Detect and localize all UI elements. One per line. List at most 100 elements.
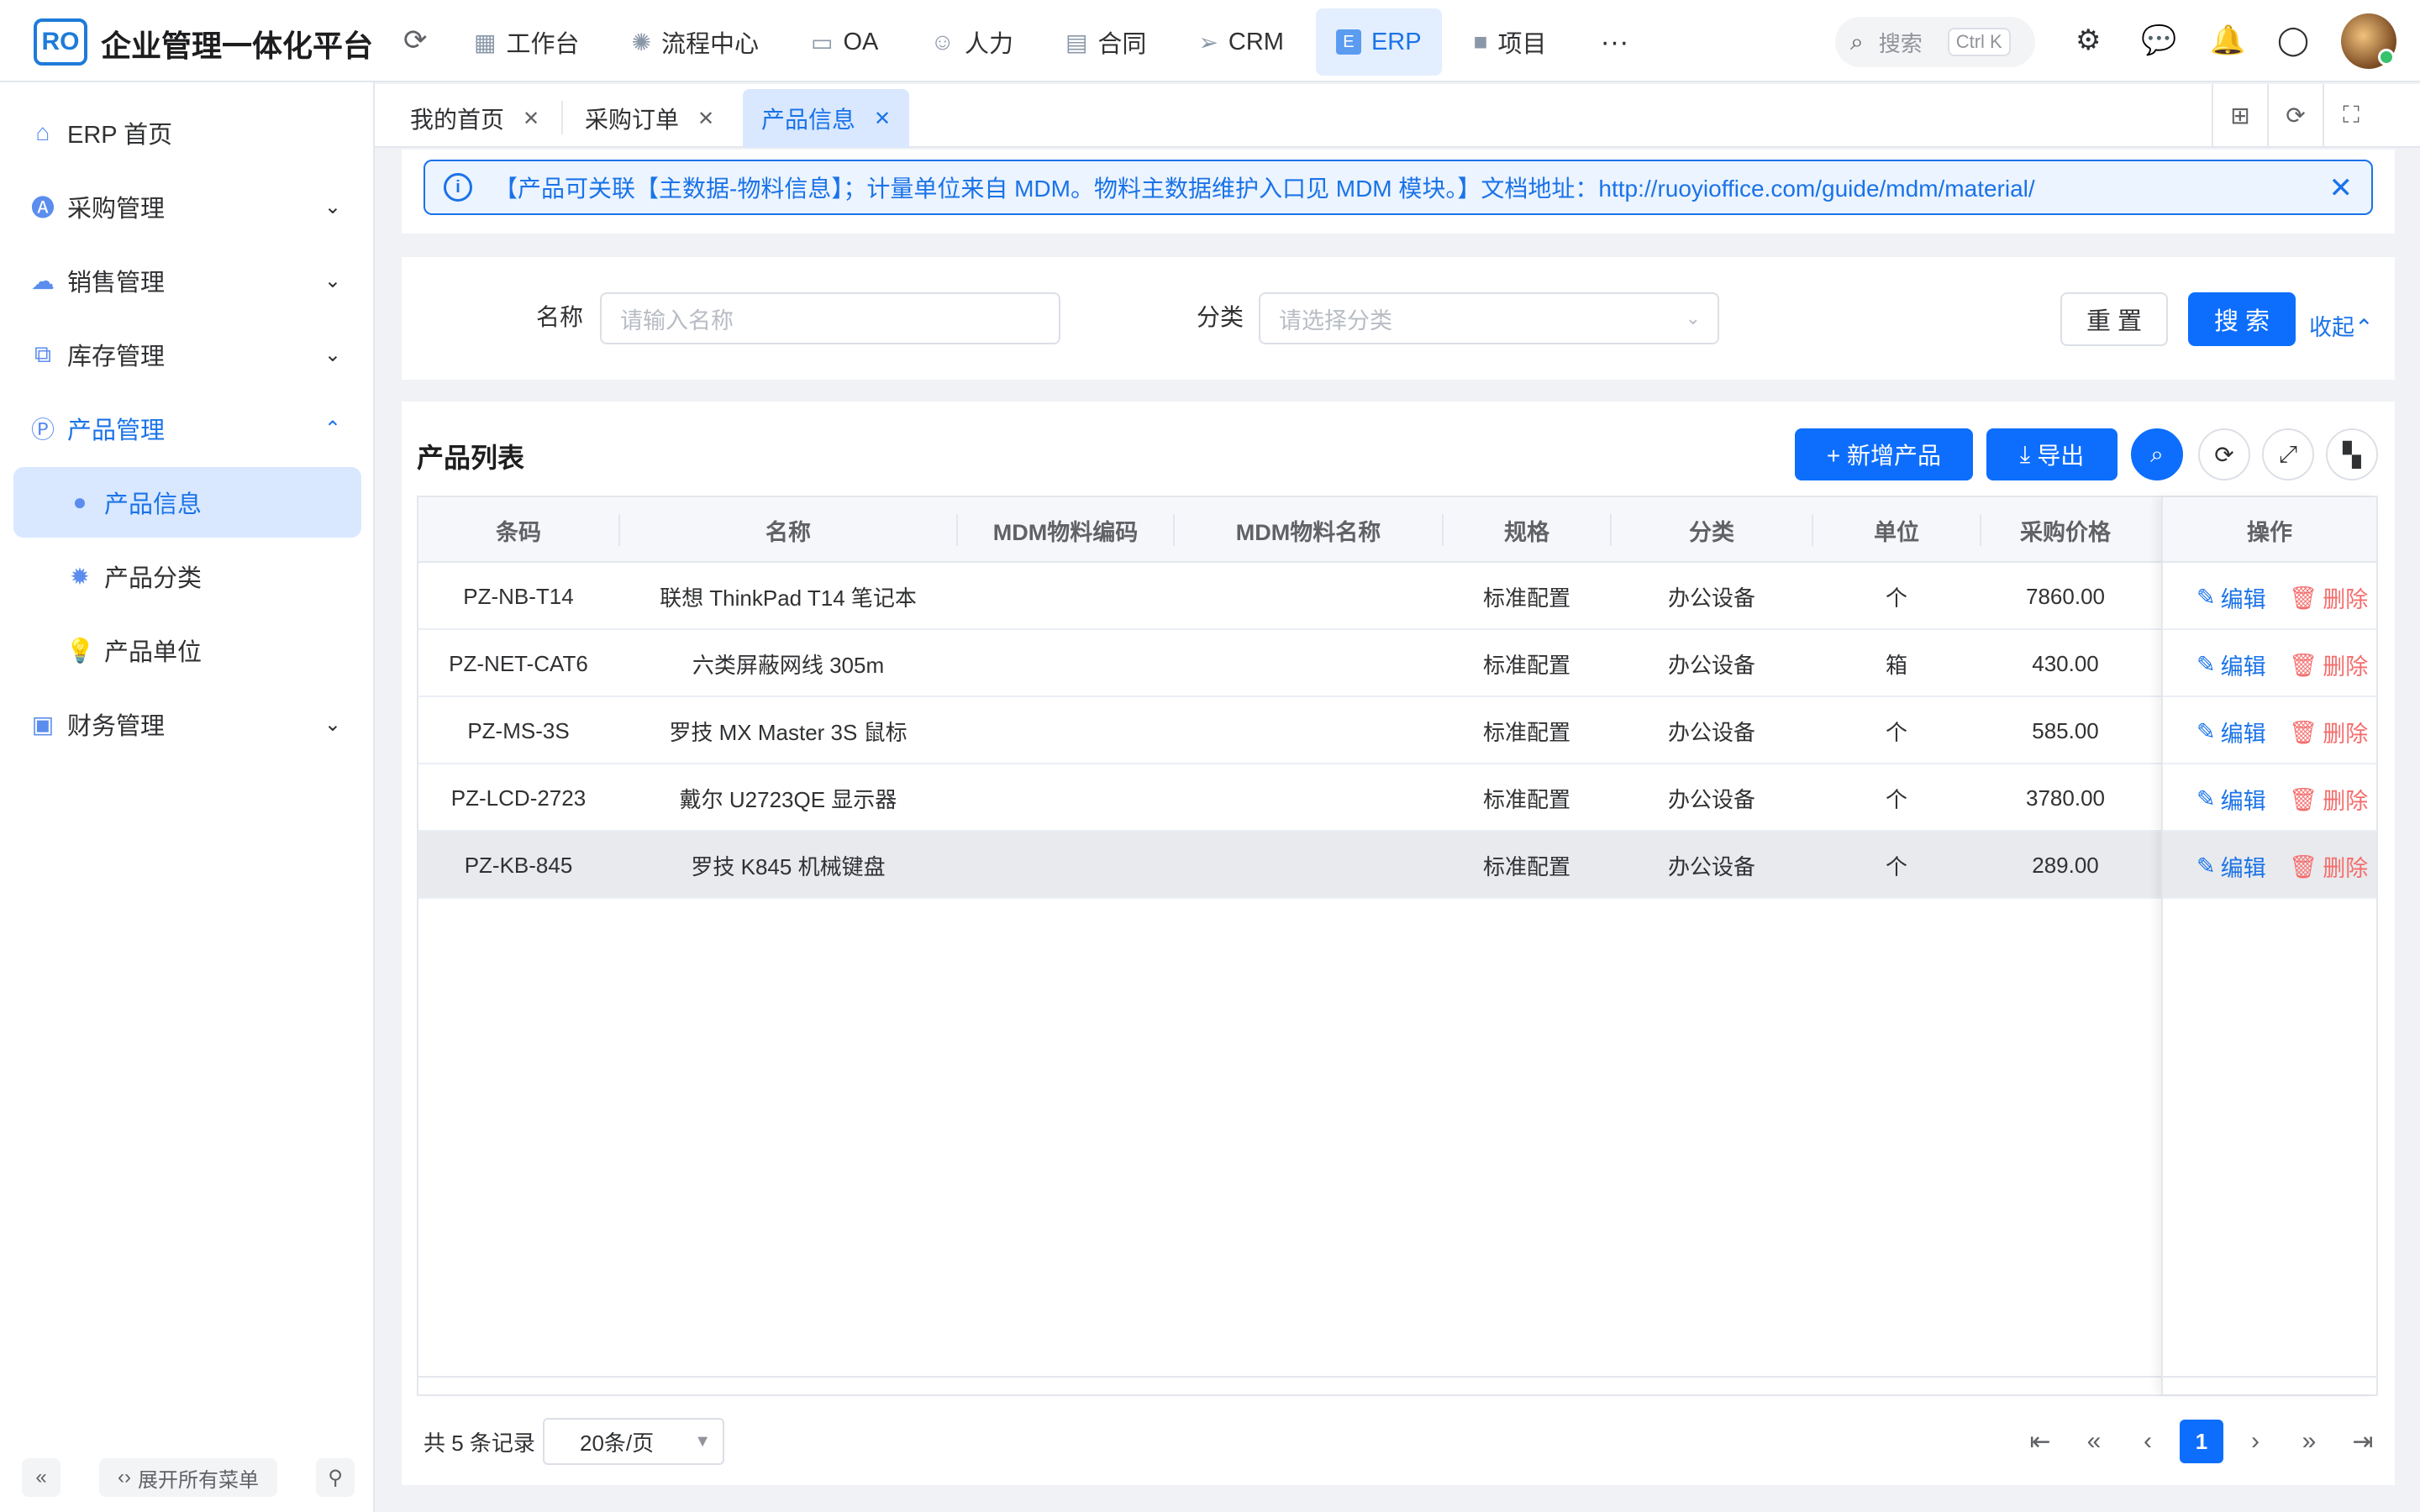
edit-button[interactable]: ✎ 编辑: [2196, 648, 2266, 681]
sidebar-item-product-info[interactable]: ● 产品信息: [13, 467, 361, 538]
search-toggle-icon[interactable]: ⌕: [2131, 428, 2183, 480]
edit-button[interactable]: ✎ 编辑: [2196, 850, 2266, 883]
nav-item-workbench[interactable]: ▦ 工作台: [454, 8, 599, 76]
sidebar-item-label: 产品分类: [104, 565, 203, 592]
nav-item-erp[interactable]: E ERP: [1315, 8, 1442, 76]
refresh-icon[interactable]: ⟳: [2198, 428, 2250, 480]
close-icon[interactable]: ✕: [2329, 171, 2354, 205]
page-size-select[interactable]: 20条/页 ▼: [543, 1418, 724, 1465]
columns-icon[interactable]: ▚: [2326, 428, 2378, 480]
alert-text: 【产品可关联【主数据-物料信息】；计量单位来自 MDM。物料主数据维护入口见 M…: [494, 176, 2035, 202]
pin-icon[interactable]: ⚲: [316, 1458, 355, 1497]
name-input[interactable]: 请输入名称: [600, 292, 1060, 344]
refresh-icon[interactable]: ⟳: [403, 24, 428, 57]
download-icon: ⤓: [2019, 440, 2031, 467]
tab-product-info[interactable]: 产品信息 ✕: [743, 89, 910, 148]
nav-item-contract[interactable]: ▤ 合同: [1045, 8, 1166, 76]
next-jump-icon[interactable]: »: [2287, 1420, 2331, 1463]
collapse-sidebar-icon[interactable]: «: [22, 1458, 60, 1497]
column-header: 名称: [765, 519, 811, 545]
table-row[interactable]: PZ-KB-845 罗技 K845 机械键盘 标准配置 办公设备 个 289.00: [418, 832, 2376, 899]
edit-button[interactable]: ✎ 编辑: [2196, 581, 2266, 614]
app-logo[interactable]: RO: [34, 18, 87, 66]
cell-price: 3780.00: [2026, 785, 2105, 811]
table-row[interactable]: PZ-NB-T14 联想 ThinkPad T14 笔记本 标准配置 办公设备 个 786…: [418, 563, 2376, 630]
logo-text: RO: [41, 28, 80, 55]
export-label: 导出: [2037, 443, 2085, 469]
name-placeholder: 请输入名称: [620, 307, 734, 333]
nav-item-oa[interactable]: ▭ OA: [791, 8, 898, 76]
sidebar-item-product-unit[interactable]: 💡 产品单位: [13, 615, 361, 685]
close-icon[interactable]: ✕: [523, 107, 539, 131]
global-search[interactable]: ⌕ 搜索 Ctrl K: [1835, 17, 2035, 67]
prev-jump-icon[interactable]: «: [2072, 1420, 2116, 1463]
edit-button[interactable]: ✎ 编辑: [2196, 783, 2266, 816]
sidebar-item-erp-home[interactable]: ⌂ ERP 首页: [13, 97, 361, 168]
table-row[interactable]: PZ-NET-CAT6 六类屏蔽网线 305m 标准配置 办公设备 箱 430.00: [418, 630, 2376, 697]
cell-mdm-code: [958, 832, 1173, 899]
tab-my-home[interactable]: 我的首页 ✕: [392, 89, 558, 148]
tab-grid-icon[interactable]: ⊞: [2212, 84, 2267, 146]
sidebar-item-sales[interactable]: ☁ 销售管理 ⌄: [13, 245, 361, 316]
sidebar-item-stock[interactable]: ⧉ 库存管理 ⌄: [13, 319, 361, 390]
column-header: MDM物料名称: [1235, 519, 1381, 545]
close-icon[interactable]: ✕: [697, 107, 714, 131]
nav-item-project[interactable]: ■ 项目: [1454, 8, 1567, 76]
more-icon[interactable]: ···: [1579, 26, 1651, 59]
sidebar-item-product[interactable]: Ⓟ 产品管理 ⌃: [13, 393, 361, 464]
sidebar-item-finance[interactable]: ▣ 财务管理 ⌄: [13, 689, 361, 759]
sidebar-item-label: 库存管理: [67, 344, 166, 370]
column-header: 单位: [1874, 519, 1919, 545]
info-icon: i: [444, 173, 472, 202]
delete-button[interactable]: 🗑 删除: [2289, 648, 2368, 681]
edit-label: 编辑: [2220, 789, 2266, 814]
cell-barcode: PZ-NET-CAT6: [449, 650, 588, 676]
add-product-button[interactable]: + 新增产品: [1795, 428, 1973, 480]
delete-button[interactable]: 🗑 删除: [2289, 783, 2368, 816]
settings-icon[interactable]: ⚙: [2075, 24, 2101, 57]
search-icon: ⌕: [1850, 28, 1864, 55]
chat-icon[interactable]: 💬: [2141, 24, 2176, 57]
cell-spec: 标准配置: [1482, 786, 1570, 812]
close-icon[interactable]: ✕: [874, 107, 891, 131]
table-row[interactable]: PZ-LCD-2723 戴尔 U2723QE 显示器 标准配置 办公设备 个 3780.0…: [418, 764, 2376, 832]
delete-button[interactable]: 🗑 删除: [2289, 850, 2368, 883]
next-page-icon[interactable]: ›: [2233, 1420, 2277, 1463]
cell-category: 办公设备: [1667, 585, 1755, 611]
tab-refresh-icon[interactable]: ⟳: [2267, 84, 2323, 146]
export-button[interactable]: ⤓ 导出: [1986, 428, 2118, 480]
delete-button[interactable]: 🗑 删除: [2289, 716, 2368, 748]
last-page-icon[interactable]: ⇥: [2341, 1420, 2385, 1463]
nav-item-hr[interactable]: ☺ 人力: [910, 8, 1034, 76]
edit-label: 编辑: [2220, 856, 2266, 881]
chevron-down-icon: ⌄: [324, 712, 341, 736]
stock-icon: ⧉: [34, 340, 51, 367]
cell-category: 办公设备: [1667, 786, 1755, 812]
sidebar-item-product-category[interactable]: ✹ 产品分类: [13, 541, 361, 612]
nav-label: OA: [843, 28, 879, 55]
category-select[interactable]: 请选择分类 ⌄: [1259, 292, 1719, 344]
column-header: 分类: [1689, 519, 1734, 545]
grid-icon: ▦: [474, 29, 497, 55]
message-icon[interactable]: ◯: [2277, 24, 2309, 57]
expand-icon[interactable]: ⤢: [2262, 428, 2314, 480]
first-page-icon[interactable]: ⇤: [2018, 1420, 2062, 1463]
bell-icon[interactable]: 🔔: [2210, 24, 2245, 57]
nav-item-crm[interactable]: ➢ CRM: [1178, 8, 1304, 76]
delete-button[interactable]: 🗑 删除: [2289, 581, 2368, 614]
chevron-down-icon: ⌄: [324, 269, 341, 292]
bulb-icon: 💡: [66, 637, 95, 664]
nav-item-process[interactable]: ✺ 流程中心: [611, 8, 778, 76]
reset-button[interactable]: 重 置: [2060, 292, 2168, 346]
search-button[interactable]: 搜 索: [2188, 292, 2296, 346]
table-row[interactable]: PZ-MS-3S 罗技 MX Master 3S 鼠标 标准配置 办公设备 个 585.0…: [418, 697, 2376, 764]
expand-all-menu-button[interactable]: ‹› 展开所有菜单: [99, 1458, 277, 1497]
prev-page-icon[interactable]: ‹: [2126, 1420, 2170, 1463]
fullscreen-icon[interactable]: ⛶: [2323, 84, 2378, 146]
sidebar-item-label: 产品单位: [104, 639, 203, 666]
collapse-link[interactable]: 收起⌃: [2309, 309, 2374, 342]
tab-purchase-order[interactable]: 采购订单 ✕: [566, 89, 733, 148]
edit-button[interactable]: ✎ 编辑: [2196, 716, 2266, 748]
page-number-current[interactable]: 1: [2180, 1420, 2223, 1463]
sidebar-item-purchase[interactable]: 🅐 采购管理 ⌄: [13, 171, 361, 242]
